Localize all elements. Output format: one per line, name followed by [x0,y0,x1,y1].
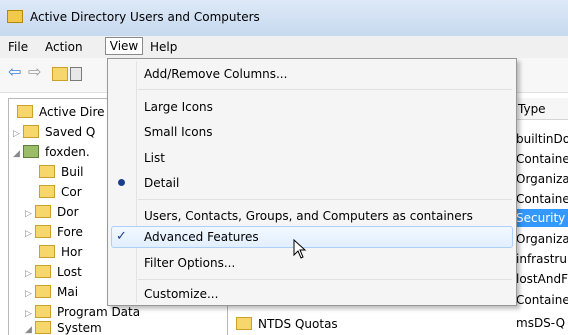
up-folder-icon[interactable] [52,67,68,81]
tree-item-label: Cor [61,185,82,199]
menu-action[interactable]: Action [45,40,83,54]
folder-icon [35,321,51,334]
list-item-type[interactable]: Organiza [514,230,568,248]
tree-item-label: Buil [61,165,84,179]
tree-item-label: foxden. [45,145,90,159]
folder-icon [35,225,51,238]
column-header-type[interactable]: Type [514,98,568,120]
mouse-cursor-icon [293,239,307,259]
list-item-type[interactable]: Containe [514,190,568,208]
list-item-type[interactable]: builtinDo [514,130,568,148]
menu-separator [138,279,512,280]
tree-item-label: Lost [57,265,82,279]
menu-separator [138,199,512,200]
tree-item-label: Fore [57,225,83,239]
tree-item[interactable]: ▷ Fore [25,221,83,243]
radio-bullet-icon [118,179,125,186]
folder-icon [39,165,55,178]
menu-item-detail[interactable]: Detail [144,172,179,194]
tree-item-label: System [57,321,102,335]
folder-icon [236,317,252,330]
list-item-name: NTDS Quotas [258,317,338,331]
collapse-icon[interactable]: ◢ [13,143,23,165]
menu-gutter [136,61,137,303]
back-arrow-icon[interactable]: ⇦ [8,64,21,80]
tree-item[interactable]: Hor [39,241,82,263]
tree-item-label: Dor [57,205,79,219]
list-item-type[interactable]: Organiza [514,170,568,188]
checkmark-icon: ✓ [116,229,127,244]
tree-item-label: Saved Q [45,125,96,139]
tree-item-domain[interactable]: ◢ foxden. [13,141,90,163]
ou-folder-icon [39,245,55,258]
expand-icon[interactable]: ▷ [25,223,35,245]
tree-item[interactable]: ◢ System [25,317,102,335]
folder-icon [39,185,55,198]
menu-item-advanced-features[interactable]: Advanced Features [144,226,259,248]
domain-icon [23,145,39,158]
menu-view[interactable]: View [105,37,143,55]
menu-file[interactable]: File [8,40,28,54]
folder-icon [35,265,51,278]
app-folder-icon [7,10,23,23]
tree-item-root[interactable]: Active Dire [17,101,105,123]
tree-item[interactable]: ▷ Mai [25,281,78,303]
menu-item-containers[interactable]: Users, Contacts, Groups, and Computers a… [144,205,473,227]
tree-item[interactable]: ▷ Dor [25,201,79,223]
window-title: Active Directory Users and Computers [30,10,260,24]
menu-item-filter-options[interactable]: Filter Options... [144,252,235,274]
list-item[interactable]: NTDS Quotas [236,314,338,334]
folder-icon [35,285,51,298]
ou-folder-icon [35,205,51,218]
tree-item-label: Mai [57,285,79,299]
tree-item-label: Active Dire [39,105,105,119]
list-item-type-selected[interactable]: Security [514,209,568,227]
tree-item[interactable]: Cor [39,181,82,203]
snapin-icon [17,105,33,118]
view-menu-dropdown: Add/Remove Columns... Large Icons Small … [107,58,517,306]
menu-item-add-remove-columns[interactable]: Add/Remove Columns... [144,63,287,85]
list-item-type[interactable]: lostAndF [514,270,568,288]
list-item-type[interactable]: msDS-Q [514,314,568,332]
menu-item-small-icons[interactable]: Small Icons [144,121,212,143]
show-tree-icon[interactable] [70,67,82,81]
menu-separator [138,89,512,90]
menu-help[interactable]: Help [150,40,177,54]
menu-item-list[interactable]: List [144,147,165,169]
collapse-icon[interactable]: ◢ [25,319,35,335]
menu-item-large-icons[interactable]: Large Icons [144,96,213,118]
tree-item-label: Hor [61,245,83,259]
forward-arrow-icon[interactable]: ⇨ [28,64,41,80]
menu-item-customize[interactable]: Customize... [144,283,218,305]
title-bar: Active Directory Users and Computers [0,0,568,36]
list-item-type[interactable]: Containe [514,291,568,309]
folder-icon [23,125,39,138]
tree-item[interactable]: ▷ Lost [25,261,82,283]
tree-item-saved-queries[interactable]: ▷ Saved Q [13,121,95,143]
tree-item[interactable]: Buil [39,161,84,183]
list-item-type[interactable]: Containe [514,150,568,168]
menu-bar: File Action View Help [0,36,568,58]
list-item-type[interactable]: infrastru [514,250,568,268]
